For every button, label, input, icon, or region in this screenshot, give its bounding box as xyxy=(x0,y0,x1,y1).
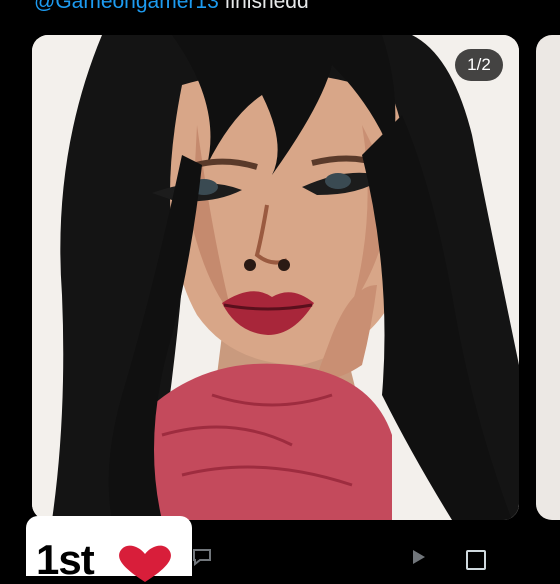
bottom-card-label: 1st xyxy=(36,536,95,583)
next-image-preview[interactable] xyxy=(536,35,560,520)
tweet-text: finishedd xyxy=(224,0,309,13)
post-image[interactable]: 1/2 xyxy=(32,35,519,520)
portrait-illustration xyxy=(32,35,519,520)
heart-icon xyxy=(119,545,171,582)
image-counter-badge: 1/2 xyxy=(455,49,503,81)
tweet-caption: @Gameongamer13 finishedd xyxy=(34,0,309,16)
bookmark-icon[interactable] xyxy=(466,550,486,570)
mention-link[interactable]: @Gameongamer13 xyxy=(34,0,219,13)
